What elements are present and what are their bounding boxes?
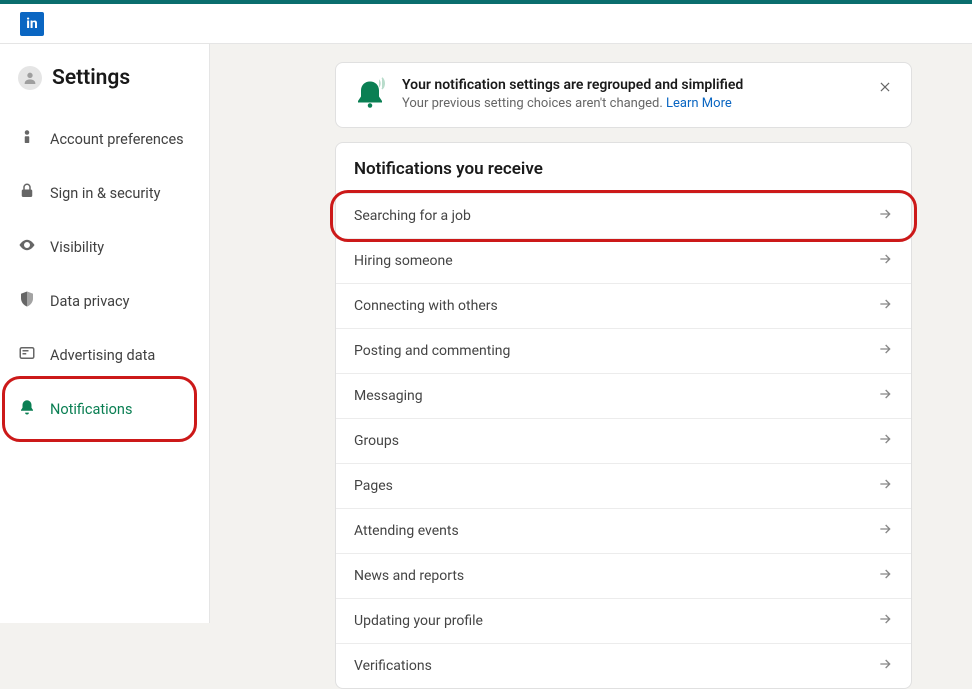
- notification-item[interactable]: Groups: [336, 418, 911, 463]
- ad-icon: [18, 344, 36, 366]
- notification-item[interactable]: News and reports: [336, 553, 911, 598]
- banner-subtitle-text: Your previous setting choices aren't cha…: [402, 96, 666, 111]
- sidebar-item-notifications[interactable]: Notifications: [0, 382, 209, 436]
- arrow-right-icon: [877, 251, 893, 271]
- notification-item[interactable]: Messaging: [336, 373, 911, 418]
- notification-item-label: Searching for a job: [354, 208, 471, 224]
- notification-item[interactable]: Searching for a job: [336, 193, 911, 238]
- avatar: [18, 66, 42, 90]
- notification-item[interactable]: Pages: [336, 463, 911, 508]
- sidebar-item-advertising-data[interactable]: Advertising data: [0, 328, 209, 382]
- notification-item[interactable]: Connecting with others: [336, 283, 911, 328]
- arrow-right-icon: [877, 611, 893, 631]
- page-title: Settings: [52, 66, 130, 90]
- notification-item-label: Verifications: [354, 658, 432, 674]
- arrow-right-icon: [877, 431, 893, 451]
- notification-item-label: Messaging: [354, 388, 423, 404]
- user-dots-icon: [18, 128, 36, 150]
- info-banner: Your notification settings are regrouped…: [335, 62, 912, 128]
- arrow-right-icon: [877, 341, 893, 361]
- notifications-card: Notifications you receive Searching for …: [335, 142, 912, 689]
- notification-item-label: Updating your profile: [354, 613, 483, 629]
- sidebar-item-label: Notifications: [50, 401, 132, 418]
- learn-more-link[interactable]: Learn More: [666, 96, 732, 111]
- user-icon: [22, 70, 38, 86]
- arrow-right-icon: [877, 296, 893, 316]
- bell-banner-icon: [352, 77, 388, 113]
- sidebar-item-account-preferences[interactable]: Account preferences: [0, 112, 209, 166]
- sidebar-item-visibility[interactable]: Visibility: [0, 220, 209, 274]
- sidebar-item-label: Data privacy: [50, 293, 129, 310]
- arrow-right-icon: [877, 386, 893, 406]
- bell-icon: [18, 398, 36, 420]
- section-title: Notifications you receive: [336, 143, 911, 193]
- lock-icon: [18, 182, 36, 204]
- notification-item[interactable]: Attending events: [336, 508, 911, 553]
- notification-item-label: News and reports: [354, 568, 464, 584]
- header: in: [0, 4, 972, 44]
- main-content: Your notification settings are regrouped…: [210, 44, 972, 623]
- notification-item[interactable]: Posting and commenting: [336, 328, 911, 373]
- notification-item-label: Hiring someone: [354, 253, 453, 269]
- close-banner-button[interactable]: [875, 77, 895, 97]
- notification-item-label: Pages: [354, 478, 393, 494]
- sidebar-item-label: Account preferences: [50, 131, 184, 148]
- shield-icon: [18, 290, 36, 312]
- notification-item-label: Connecting with others: [354, 298, 498, 314]
- arrow-right-icon: [877, 521, 893, 541]
- notification-item[interactable]: Updating your profile: [336, 598, 911, 643]
- sidebar-header: Settings: [0, 66, 209, 112]
- sidebar-item-label: Sign in & security: [50, 185, 160, 202]
- notification-item-label: Attending events: [354, 523, 459, 539]
- eye-icon: [18, 236, 36, 258]
- notification-item-label: Groups: [354, 433, 399, 449]
- linkedin-logo[interactable]: in: [20, 12, 44, 36]
- arrow-right-icon: [877, 206, 893, 226]
- banner-title: Your notification settings are regrouped…: [402, 77, 861, 93]
- arrow-right-icon: [877, 476, 893, 496]
- notification-item[interactable]: Hiring someone: [336, 238, 911, 283]
- notification-item-label: Posting and commenting: [354, 343, 510, 359]
- notification-item[interactable]: Verifications: [336, 643, 911, 688]
- banner-subtitle: Your previous setting choices aren't cha…: [402, 96, 861, 111]
- sidebar-item-label: Advertising data: [50, 347, 155, 364]
- arrow-right-icon: [877, 566, 893, 586]
- arrow-right-icon: [877, 656, 893, 676]
- sidebar: Settings Account preferences Sign in & se…: [0, 44, 210, 623]
- close-icon: [878, 80, 892, 94]
- sidebar-item-data-privacy[interactable]: Data privacy: [0, 274, 209, 328]
- sidebar-item-sign-in-security[interactable]: Sign in & security: [0, 166, 209, 220]
- sidebar-item-label: Visibility: [50, 239, 104, 256]
